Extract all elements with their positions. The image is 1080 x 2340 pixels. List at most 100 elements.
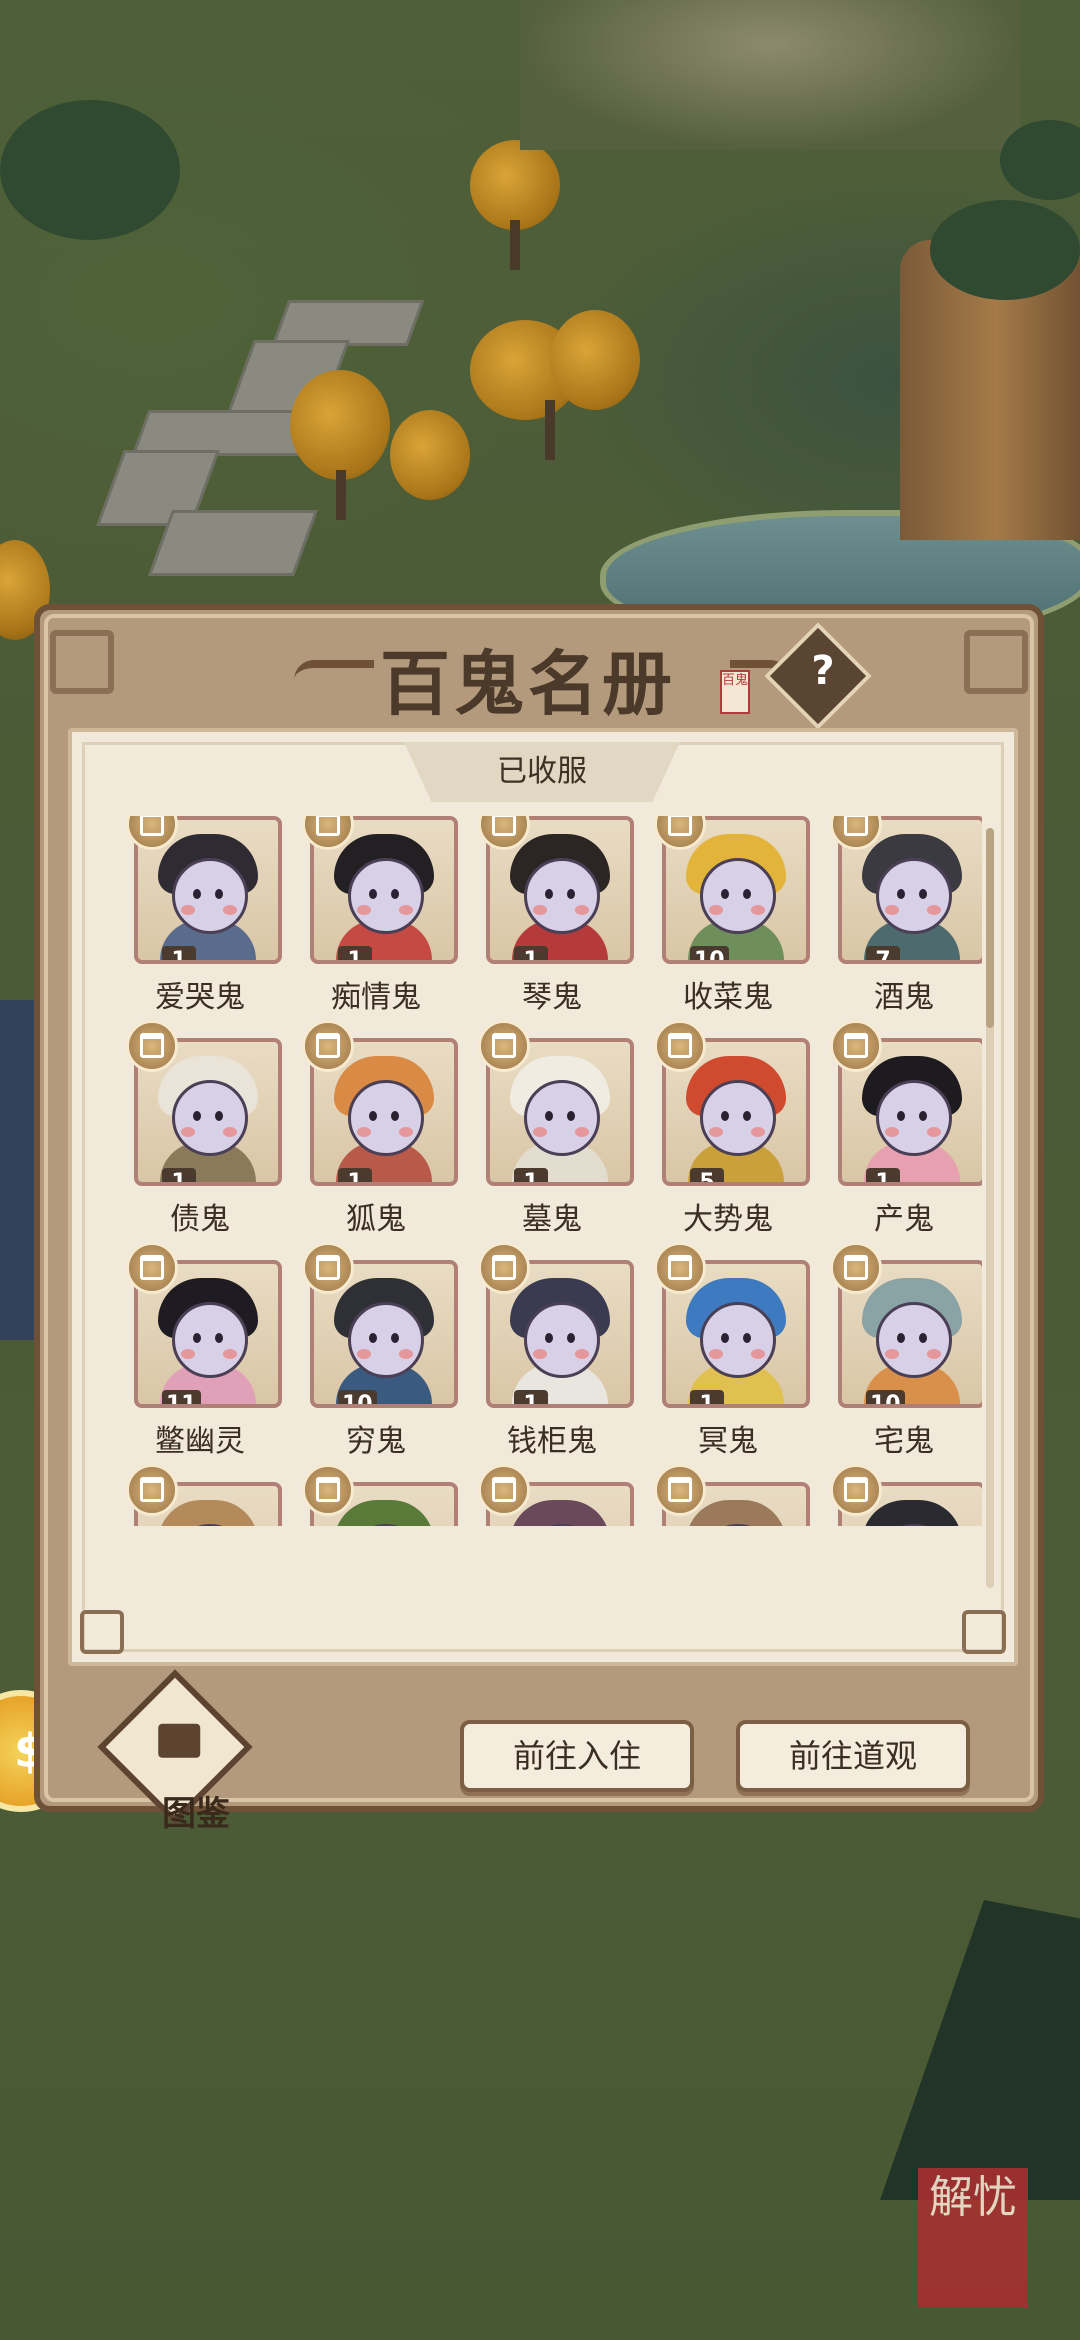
ghost-card[interactable]: 10 收菜鬼 <box>640 816 816 1030</box>
ghost-cheek <box>181 905 195 915</box>
ghost-eye <box>545 1111 553 1121</box>
jieyou-stamp[interactable]: 解忧 <box>918 2168 1028 2308</box>
scroll-map-icon <box>158 1723 201 1758</box>
tree-trunk <box>336 470 346 520</box>
ghost-face <box>524 858 600 934</box>
ghost-level: 11 <box>162 1390 201 1404</box>
ghost-name: 琴鬼 <box>522 980 582 1015</box>
pavilion-badge-icon <box>478 1020 530 1072</box>
ghost-level: 10 <box>690 946 729 960</box>
ghost-card[interactable]: 11 鳖幽灵 <box>112 1242 288 1474</box>
ghost-face <box>876 1080 952 1156</box>
ghost-eye <box>391 1111 399 1121</box>
ghost-cheek <box>575 1127 589 1137</box>
ghost-card[interactable]: 1 琴鬼 <box>464 816 640 1030</box>
tab-captured[interactable]: 已收服 <box>404 742 680 802</box>
ghost-card[interactable]: 1 墓鬼 <box>464 1020 640 1252</box>
mountain <box>880 1900 1080 2200</box>
ghost-cheek <box>357 1349 371 1359</box>
ghost-name: 冥鬼 <box>698 1424 758 1459</box>
ghost-card[interactable]: 1 债鬼 <box>112 1020 288 1252</box>
corner-ornament <box>962 1610 1006 1654</box>
ghost-eye <box>193 889 201 899</box>
ghost-cheek <box>533 1349 547 1359</box>
ghost-level: 5 <box>690 1168 724 1182</box>
goto-temple-button[interactable]: 前往道观 <box>736 1720 970 1792</box>
ghost-card[interactable] <box>640 1464 816 1526</box>
ghost-name: 狐鬼 <box>346 1202 406 1237</box>
ghost-eye <box>369 1111 377 1121</box>
ghost-cheek <box>927 1349 941 1359</box>
ghost-eye <box>215 1111 223 1121</box>
scroll-thumb[interactable] <box>986 828 994 1028</box>
ghost-eye <box>897 889 905 899</box>
ghost-level: 1 <box>338 946 372 960</box>
ghost-eye <box>215 1333 223 1343</box>
ghost-card[interactable]: 10 穷鬼 <box>288 1242 464 1474</box>
ghost-card[interactable]: 1 痴情鬼 <box>288 816 464 1030</box>
ghost-name: 鳖幽灵 <box>155 1424 245 1459</box>
ghost-card[interactable]: 1 钱柜鬼 <box>464 1242 640 1474</box>
ghost-card[interactable]: 7 酒鬼 <box>816 816 982 1030</box>
ghost-level: 1 <box>514 946 548 960</box>
ghost-card[interactable] <box>288 1464 464 1526</box>
ghost-cheek <box>575 905 589 915</box>
ghost-level: 1 <box>866 1168 900 1182</box>
ghost-card[interactable] <box>816 1464 982 1526</box>
ghost-card[interactable]: 1 冥鬼 <box>640 1242 816 1474</box>
ghost-level: 1 <box>514 1168 548 1182</box>
ghost-eye <box>369 889 377 899</box>
ghost-cheek <box>709 905 723 915</box>
village-area <box>520 0 1020 150</box>
ghost-eye <box>721 889 729 899</box>
corner-ornament <box>50 630 114 694</box>
ghost-card[interactable] <box>112 1464 288 1526</box>
ghost-grid-scroll[interactable]: 1 爱哭鬼 1 痴情鬼 1 琴鬼 10 收菜鬼 7 酒鬼 1 债鬼 1 狐鬼 1 墓鬼 5 大势鬼 1 产鬼 11 鳖幽灵… <box>112 816 982 1526</box>
ghost-grid: 1 爱哭鬼 1 痴情鬼 1 琴鬼 10 收菜鬼 7 酒鬼 1 债鬼 1 狐鬼 1 墓鬼 5 大势鬼 1 产鬼 11 鳖幽灵… <box>112 816 982 1526</box>
ghost-cheek <box>885 905 899 915</box>
help-button[interactable]: ? <box>764 622 872 730</box>
ghost-cheek <box>885 1127 899 1137</box>
ghost-name: 大势鬼 <box>683 1202 773 1237</box>
ghost-eye <box>743 1111 751 1121</box>
ghost-card[interactable]: 5 大势鬼 <box>640 1020 816 1252</box>
ghost-eye <box>567 889 575 899</box>
ghost-name: 钱柜鬼 <box>507 1424 597 1459</box>
pavilion-badge-icon <box>302 1464 354 1516</box>
ghost-face <box>876 858 952 934</box>
ghost-card[interactable]: 1 狐鬼 <box>288 1020 464 1252</box>
ghost-face <box>876 1302 952 1378</box>
pavilion-badge-icon <box>830 1464 882 1516</box>
ghost-face <box>700 1080 776 1156</box>
ghost-cheek <box>751 905 765 915</box>
corner-ornament <box>80 1610 124 1654</box>
ghost-eye <box>391 889 399 899</box>
ghost-name: 宅鬼 <box>874 1424 934 1459</box>
ghost-eye <box>919 889 927 899</box>
ghost-card[interactable]: 10 宅鬼 <box>816 1242 982 1474</box>
scrollbar[interactable] <box>986 828 994 1588</box>
pavilion-badge-icon <box>126 1020 178 1072</box>
ghost-name: 产鬼 <box>874 1202 934 1237</box>
goto-residence-button[interactable]: 前往入住 <box>460 1720 694 1792</box>
codex-label: 图鉴 <box>162 1794 230 1834</box>
title-ornament-left <box>294 660 374 696</box>
ghost-card[interactable] <box>464 1464 640 1526</box>
ghost-face <box>700 858 776 934</box>
ghost-level: 10 <box>338 1390 377 1404</box>
ghost-cheek <box>399 1349 413 1359</box>
ghost-cheek <box>533 1127 547 1137</box>
ghost-card[interactable]: 1 产鬼 <box>816 1020 982 1252</box>
ghost-level: 1 <box>162 946 196 960</box>
tree <box>470 140 560 230</box>
ghost-cheek <box>357 1127 371 1137</box>
ghost-cheek <box>927 1127 941 1137</box>
tree <box>550 310 640 410</box>
pavilion-badge-icon <box>830 1242 882 1294</box>
ghost-name: 穷鬼 <box>346 1424 406 1459</box>
ghost-cheek <box>223 1349 237 1359</box>
ghost-card[interactable]: 1 爱哭鬼 <box>112 816 288 1030</box>
ghost-face <box>172 1080 248 1156</box>
ghost-cheek <box>885 1349 899 1359</box>
pavilion-badge-icon <box>126 1242 178 1294</box>
